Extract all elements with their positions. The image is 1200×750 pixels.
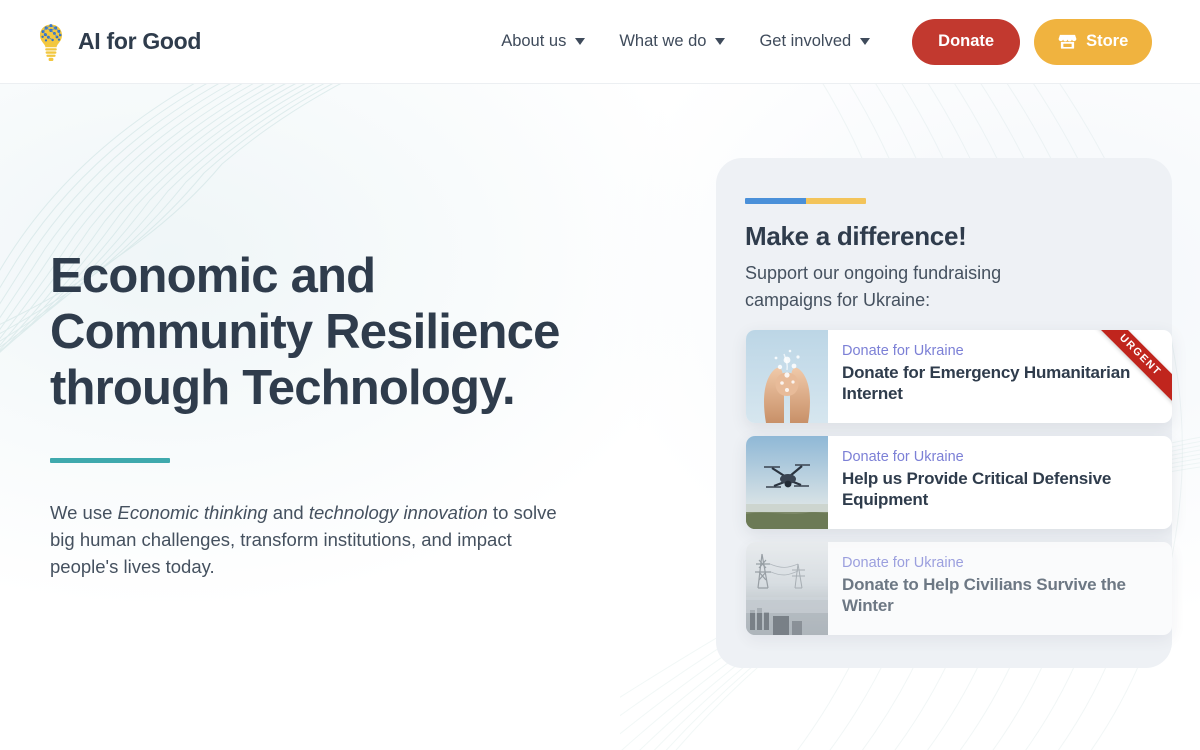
store-button-label: Store — [1086, 32, 1129, 50]
campaign-card-list: Donate for Ukraine Donate for Emergency … — [746, 330, 1172, 648]
cupped-hands-water-photo — [746, 330, 828, 423]
campaign-thumbnail — [746, 436, 828, 529]
hero-body-emphasis-2: technology innovation — [308, 502, 488, 523]
campaign-card[interactable]: Donate for Ukraine Help us Provide Criti… — [746, 436, 1172, 529]
campaign-card[interactable]: Donate for Ukraine Donate for Emergency … — [746, 330, 1172, 423]
page-root: AI for Good About us What we do Get invo… — [0, 0, 1200, 750]
chevron-down-icon — [715, 38, 726, 45]
hero-body-emphasis-1: Economic thinking — [117, 502, 268, 523]
campaign-kicker: Donate for Ukraine — [842, 449, 964, 465]
campaign-title: Help us Provide Critical Defensive Equip… — [842, 469, 1112, 509]
lightbulb-ai-icon — [40, 23, 62, 61]
hero-body-part-1: We use — [50, 502, 118, 523]
campaign-card-text: Donate for Ukraine Help us Provide Criti… — [828, 436, 1172, 529]
nav-item-label: About us — [501, 32, 567, 50]
donate-button[interactable]: Donate — [912, 18, 1021, 65]
campaign-thumbnail — [746, 542, 828, 635]
drone-over-field-photo — [746, 436, 828, 529]
brand-logo-link[interactable]: AI for Good — [36, 21, 201, 63]
campaign-kicker: Donate for Ukraine — [842, 555, 964, 571]
page-title: Economic and Community Resilience throug… — [50, 248, 650, 416]
campaign-card-text: Donate for Ukraine Donate to Help Civili… — [828, 542, 1172, 635]
fundraising-panel: Make a difference! Support our ongoing f… — [716, 158, 1172, 668]
nav-item-label: What we do — [619, 32, 707, 50]
site-header: AI for Good About us What we do Get invo… — [0, 0, 1200, 84]
panel-subtitle: Support our ongoing fundraising campaign… — [745, 263, 1002, 310]
nav-item-about-us[interactable]: About us — [501, 32, 586, 51]
hero-title-line-2: Community Resilience — [50, 305, 560, 359]
campaign-card-text: Donate for Ukraine Donate for Emergency … — [828, 330, 1172, 423]
store-button[interactable]: Store — [1034, 18, 1153, 65]
campaign-title: Donate to Help Civilians Survive the Win… — [842, 575, 1126, 615]
hero-title-line-3: through Technology. — [50, 361, 516, 415]
nav-item-get-involved[interactable]: Get involved — [759, 32, 871, 51]
donate-button-label: Donate — [938, 32, 995, 50]
hero-description: We use Economic thinking and technology … — [50, 499, 570, 580]
nav-item-what-we-do[interactable]: What we do — [619, 32, 726, 51]
store-icon — [1058, 34, 1077, 49]
flag-yellow-segment — [805, 198, 866, 204]
hero-body-part-2: and — [267, 502, 309, 523]
campaign-card[interactable]: Donate for Ukraine Donate to Help Civili… — [746, 542, 1172, 635]
nav-item-label: Get involved — [759, 32, 852, 50]
main-nav: About us What we do Get involved — [501, 32, 871, 51]
panel-title: Make a difference! — [745, 221, 967, 251]
hero-section: Economic and Community Resilience throug… — [50, 248, 650, 580]
chevron-down-icon — [860, 38, 871, 45]
campaign-kicker: Donate for Ukraine — [842, 343, 964, 359]
brand-name: AI for Good — [78, 28, 202, 54]
power-lines-fog-photo — [746, 542, 828, 635]
ukraine-flag-accent — [745, 198, 866, 204]
campaign-title: Donate for Emergency Humanitarian Intern… — [842, 363, 1131, 403]
campaign-thumbnail — [746, 330, 828, 423]
header-actions: Donate Store — [912, 18, 1153, 65]
chevron-down-icon — [575, 38, 586, 45]
flag-blue-segment — [745, 198, 806, 204]
hero-divider — [50, 458, 170, 463]
hero-title-line-1: Economic and — [50, 249, 376, 303]
